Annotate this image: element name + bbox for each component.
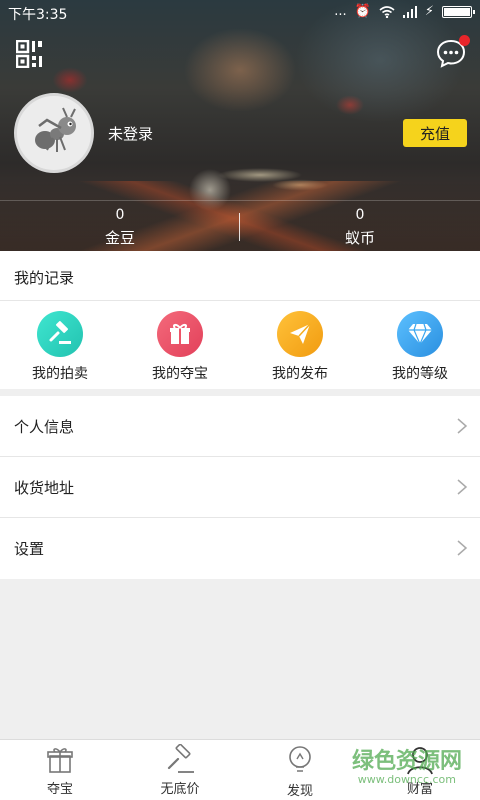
login-status[interactable]: 未登录 [108,123,153,144]
watermark-text: 绿色资源网 [351,749,462,774]
menu-label-shipping-address: 收货地址 [14,479,75,497]
tab-no-reserve[interactable]: 无底价 [120,744,240,797]
gavel-icon [167,744,194,773]
records-title: 我的记录 [14,269,75,287]
menu-item-personal-info[interactable]: 个人信息 [0,396,480,457]
menu-label-personal-info: 个人信息 [14,418,75,436]
recharge-button[interactable]: 充值 [403,119,467,147]
diamond-icon [397,311,443,357]
menu-label-settings: 设置 [14,540,45,558]
watermark-url: www.downcc.com [357,773,456,786]
gold-beans-stat[interactable]: 0 金豆 [60,207,180,248]
status-time: 下午3:35 [8,7,68,23]
alarm-icon: ⏰ [354,4,371,19]
ant-coin-stat[interactable]: 0 蚁币 [300,207,420,248]
notification-badge [459,35,470,46]
menu-item-shipping-address[interactable]: 收货地址 [0,457,480,518]
lightbulb-icon [289,746,311,772]
paper-plane-icon [277,311,323,357]
wifi-icon [379,5,395,18]
cell-signal-icon [402,5,417,18]
tab-label-treasure: 夺宝 [46,782,73,797]
records-header: 我的记录 [0,251,480,301]
chevron-right-icon [457,479,468,495]
settings-menu: 个人信息 收货地址 设置 [0,396,480,579]
status-bar: 下午3:35 ... ⏰ ⚡ [0,0,480,26]
record-item-level[interactable]: 我的等级 [360,311,480,383]
balance-stats: 0 金豆 0 蚁币 [0,200,480,251]
record-item-auction[interactable]: 我的拍卖 [0,311,120,383]
tab-label-no-reserve: 无底价 [160,782,200,797]
stats-divider [239,213,240,241]
more-dots-icon: ... [334,4,347,19]
qr-code-icon[interactable] [16,40,44,68]
tab-treasure[interactable]: 夺宝 [0,744,120,797]
ant-coin-label: 蚁币 [344,229,375,247]
chevron-right-icon [457,418,468,434]
avatar[interactable] [14,93,94,173]
gift-icon [47,748,73,773]
chevron-right-icon [457,540,468,556]
gold-beans-value: 0 [115,207,125,223]
battery-icon [442,5,475,18]
menu-item-settings[interactable]: 设置 [0,518,480,579]
record-label-treasure: 我的夺宝 [152,366,208,382]
gavel-icon [37,311,83,357]
ant-mascot-icon [35,107,76,152]
tab-label-discover: 发现 [286,784,313,799]
record-item-treasure[interactable]: 我的夺宝 [120,311,240,383]
record-label-level: 我的等级 [392,366,448,382]
record-label-auction: 我的拍卖 [32,366,88,382]
tab-discover[interactable]: 发现 [240,744,360,799]
status-icons: ... ⏰ ⚡ [334,4,475,19]
ant-coin-value: 0 [355,207,365,223]
profile-header: 下午3:35 ... ⏰ ⚡ 未登录 充值 0 金豆 0 蚁币 [0,0,480,251]
charging-icon: ⚡ [424,4,434,19]
gift-icon [157,311,203,357]
records-grid: 我的拍卖 我的夺宝 我的发布 我的等级 [0,301,480,389]
record-item-publish[interactable]: 我的发布 [240,311,360,383]
record-label-publish: 我的发布 [272,366,328,382]
gold-beans-label: 金豆 [104,229,135,247]
